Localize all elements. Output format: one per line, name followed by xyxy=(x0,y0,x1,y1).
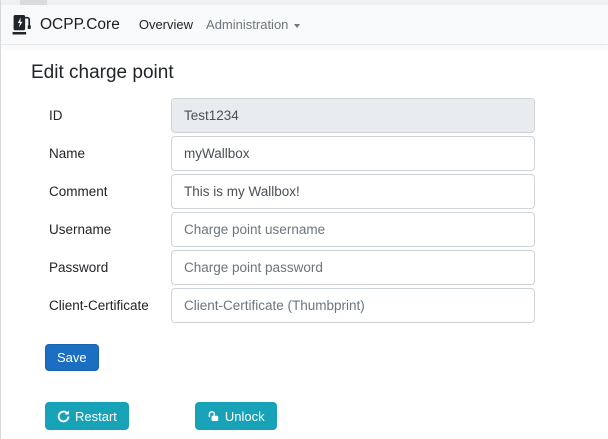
nav-item-overview[interactable]: Overview xyxy=(139,17,193,32)
form-row-client-certificate: Client-Certificate xyxy=(49,288,608,323)
restart-button-label: Restart xyxy=(75,410,117,423)
client-certificate-label: Client-Certificate xyxy=(49,298,171,313)
page: OCPP.Core Overview Administration Edit c… xyxy=(0,0,608,439)
password-label: Password xyxy=(49,260,171,275)
client-certificate-input[interactable] xyxy=(171,288,535,323)
nav-dropdown-administration[interactable]: Administration xyxy=(206,17,300,32)
brand-link[interactable]: OCPP.Core xyxy=(12,14,120,35)
save-button[interactable]: Save xyxy=(45,344,99,371)
password-input[interactable] xyxy=(171,250,535,285)
id-label: ID xyxy=(49,108,171,123)
form-row-name: Name xyxy=(49,136,608,171)
main-content: Edit charge point ID Name Comment Userna… xyxy=(1,45,608,430)
username-label: Username xyxy=(49,222,171,237)
id-input xyxy=(171,98,535,133)
unlock-button[interactable]: Unlock xyxy=(195,402,277,430)
unlock-open-icon xyxy=(207,410,220,423)
navbar: OCPP.Core Overview Administration xyxy=(1,5,608,45)
refresh-icon xyxy=(57,410,70,423)
brand-label: OCPP.Core xyxy=(40,16,120,34)
browser-edge-strip xyxy=(1,0,608,5)
username-input[interactable] xyxy=(171,212,535,247)
form-row-username: Username xyxy=(49,212,608,247)
comment-input[interactable] xyxy=(171,174,535,209)
charge-point-form: ID Name Comment Username Password Client… xyxy=(31,98,608,430)
browser-edge-artifact xyxy=(20,0,47,5)
unlock-button-label: Unlock xyxy=(225,410,265,423)
form-row-password: Password xyxy=(49,250,608,285)
name-input[interactable] xyxy=(171,136,535,171)
nav-dropdown-label: Administration xyxy=(206,17,288,32)
charging-station-icon xyxy=(12,14,33,35)
comment-label: Comment xyxy=(49,184,171,199)
restart-button[interactable]: Restart xyxy=(45,402,129,430)
command-button-row: Restart Unlock xyxy=(45,402,608,430)
form-row-comment: Comment xyxy=(49,174,608,209)
name-label: Name xyxy=(49,146,171,161)
page-title: Edit charge point xyxy=(31,60,608,86)
form-row-id: ID xyxy=(49,98,608,133)
caret-down-icon xyxy=(294,24,300,28)
